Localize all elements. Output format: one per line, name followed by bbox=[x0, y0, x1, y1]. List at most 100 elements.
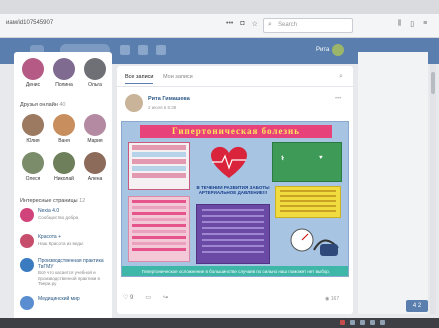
friend-item[interactable]: Полина bbox=[49, 58, 79, 88]
friend-name: Мария bbox=[87, 138, 103, 144]
friend-item[interactable]: Юлия bbox=[18, 114, 48, 144]
browser-search-box[interactable]: ⌕ Search bbox=[263, 18, 353, 33]
views-count: ◉ 167 bbox=[325, 296, 340, 302]
blood-pressure-monitor-icon bbox=[290, 228, 339, 256]
avatar bbox=[84, 152, 106, 174]
avatar bbox=[22, 114, 44, 136]
tray-icon[interactable] bbox=[360, 320, 365, 325]
system-tray bbox=[340, 320, 385, 325]
post-author-avatar[interactable] bbox=[125, 94, 143, 112]
avatar bbox=[53, 152, 75, 174]
sidebar-icon[interactable]: ▯ bbox=[410, 20, 414, 28]
friend-item[interactable]: Алена bbox=[80, 152, 110, 182]
friend-name: Николай bbox=[54, 176, 74, 182]
poster-yellow-panel bbox=[275, 186, 341, 218]
friend-name: Полина bbox=[55, 82, 73, 88]
like-count: 9 bbox=[130, 295, 134, 301]
feed-search-icon[interactable]: ⌕ bbox=[339, 73, 343, 81]
menu-icon[interactable]: ≡ bbox=[423, 20, 427, 28]
avatar bbox=[53, 114, 75, 136]
share-button[interactable]: ↪ bbox=[163, 294, 168, 301]
search-icon: ⌕ bbox=[268, 21, 272, 28]
friend-item[interactable]: Николай bbox=[49, 152, 79, 182]
poster-title: Гипертоническая болезнь bbox=[140, 125, 332, 138]
music-icon[interactable] bbox=[138, 45, 148, 55]
play-icon[interactable] bbox=[156, 45, 166, 55]
screen: иам/id107545907 ••• ◘ ☆ ⌕ Search ⫼ ▯ ≡ Р… bbox=[0, 0, 439, 328]
address-icons: ••• ◘ ☆ bbox=[226, 20, 258, 28]
friend-item[interactable]: Ольга bbox=[80, 58, 110, 88]
toolbar-right: ⫼ ▯ ≡ bbox=[398, 20, 427, 28]
friend-name: Ольга bbox=[88, 82, 102, 88]
views-value: 167 bbox=[330, 296, 340, 302]
poster-table bbox=[128, 142, 190, 190]
browser-search-placeholder: Search bbox=[278, 22, 298, 28]
avatar bbox=[22, 58, 44, 80]
heart-icon bbox=[210, 146, 248, 178]
library-icon[interactable]: ⫼ bbox=[398, 20, 401, 28]
tray-icon[interactable] bbox=[370, 320, 375, 325]
post-author[interactable]: Рита Гимашева bbox=[148, 96, 190, 102]
avatar bbox=[53, 58, 75, 80]
tab-all-posts[interactable]: Все записи bbox=[125, 74, 154, 84]
header-user-name[interactable]: Рита bbox=[316, 47, 329, 53]
chat-badge[interactable]: 4 2 bbox=[406, 300, 428, 312]
left-sidebar: Денис Полина Ольга Друзья онлайн 40 Юлия Ва… bbox=[14, 52, 112, 328]
poster-purple-panel bbox=[196, 204, 270, 264]
tray-icon[interactable] bbox=[340, 320, 345, 325]
tray-icon[interactable] bbox=[380, 320, 385, 325]
page-title: Красота + bbox=[38, 234, 62, 240]
page-title: Производственная практика ТвГМУ bbox=[38, 258, 104, 270]
friend-name: Денис bbox=[25, 82, 41, 88]
more-icon[interactable]: ••• bbox=[226, 20, 233, 28]
page-subtitle: Всё что касается учебной и производствен… bbox=[38, 270, 100, 286]
friend-item[interactable]: Денис bbox=[18, 58, 48, 88]
notifications-icon[interactable] bbox=[120, 45, 130, 55]
url-field[interactable]: иам/id107545907 bbox=[6, 20, 53, 26]
like-button[interactable]: ♡ 9 bbox=[123, 294, 133, 301]
header-avatar[interactable] bbox=[332, 44, 344, 56]
friend-name: Ваня bbox=[58, 138, 70, 144]
poster-center-caption: В ТЕЧЕНИИ РАЗВИТИЯ ЗАБОТЫ АРТЕРИАЛЬНОЕ Д… bbox=[196, 185, 270, 195]
post-more-icon[interactable]: ••• bbox=[335, 96, 341, 102]
tray-icon[interactable] bbox=[350, 320, 355, 325]
pages-header[interactable]: Интересные страницы 12 bbox=[20, 198, 85, 204]
pocket-icon[interactable]: ◘ bbox=[240, 20, 244, 28]
scrollbar[interactable] bbox=[430, 64, 436, 314]
page-avatar bbox=[20, 208, 34, 222]
poster-pink-list bbox=[128, 196, 190, 262]
pages-title: Интересные страницы bbox=[20, 198, 78, 204]
page-subtitle: Наш Красота из ведь! bbox=[38, 241, 84, 246]
poster-footer: Гипертоническое осложнение в большинстве… bbox=[122, 266, 348, 276]
online-friends-count: 40 bbox=[59, 102, 66, 108]
friend-item[interactable]: Ваня bbox=[49, 114, 79, 144]
browser-tabstrip bbox=[0, 0, 439, 14]
pages-count: 12 bbox=[79, 198, 86, 204]
friend-name: Олеся bbox=[25, 176, 41, 182]
page-avatar bbox=[20, 234, 34, 248]
avatar bbox=[84, 58, 106, 80]
tab-my-posts[interactable]: Мои записи bbox=[163, 74, 193, 80]
online-friends-title: Друзья онлайн bbox=[20, 102, 58, 108]
feed: Все записи Мои записи ⌕ Рита Гимашева 2 … bbox=[117, 66, 353, 314]
friend-item[interactable]: Мария bbox=[80, 114, 110, 144]
browser-address-bar: иам/id107545907 ••• ◘ ☆ ⌕ Search ⫼ ▯ ≡ bbox=[0, 14, 439, 38]
page-avatar bbox=[20, 296, 34, 310]
page-title: Медицинский мир bbox=[38, 296, 80, 302]
taskbar bbox=[0, 318, 439, 328]
page-avatar bbox=[20, 258, 34, 272]
avatar bbox=[84, 114, 106, 136]
comment-button[interactable]: ▭ bbox=[145, 294, 151, 301]
post-image[interactable]: Гипертоническая болезнь ⚕ ♥ В ТЕЧЕНИИ РА… bbox=[121, 121, 349, 277]
friend-name: Алена bbox=[87, 176, 103, 182]
post-time[interactable]: 2 июля в 6:38 bbox=[148, 105, 176, 110]
poster-green-panel: ⚕ ♥ bbox=[272, 142, 342, 182]
tab-divider bbox=[117, 86, 353, 87]
friend-item[interactable]: Олеся bbox=[18, 152, 48, 182]
page-title: Nexia 4.0 bbox=[38, 208, 60, 214]
scrollbar-thumb[interactable] bbox=[431, 72, 435, 94]
online-friends-header[interactable]: Друзья онлайн 40 bbox=[20, 102, 66, 108]
post-actions: ♡ 9 ▭ ↪ bbox=[123, 294, 168, 301]
right-column bbox=[358, 52, 428, 314]
bookmark-star-icon[interactable]: ☆ bbox=[252, 20, 258, 28]
